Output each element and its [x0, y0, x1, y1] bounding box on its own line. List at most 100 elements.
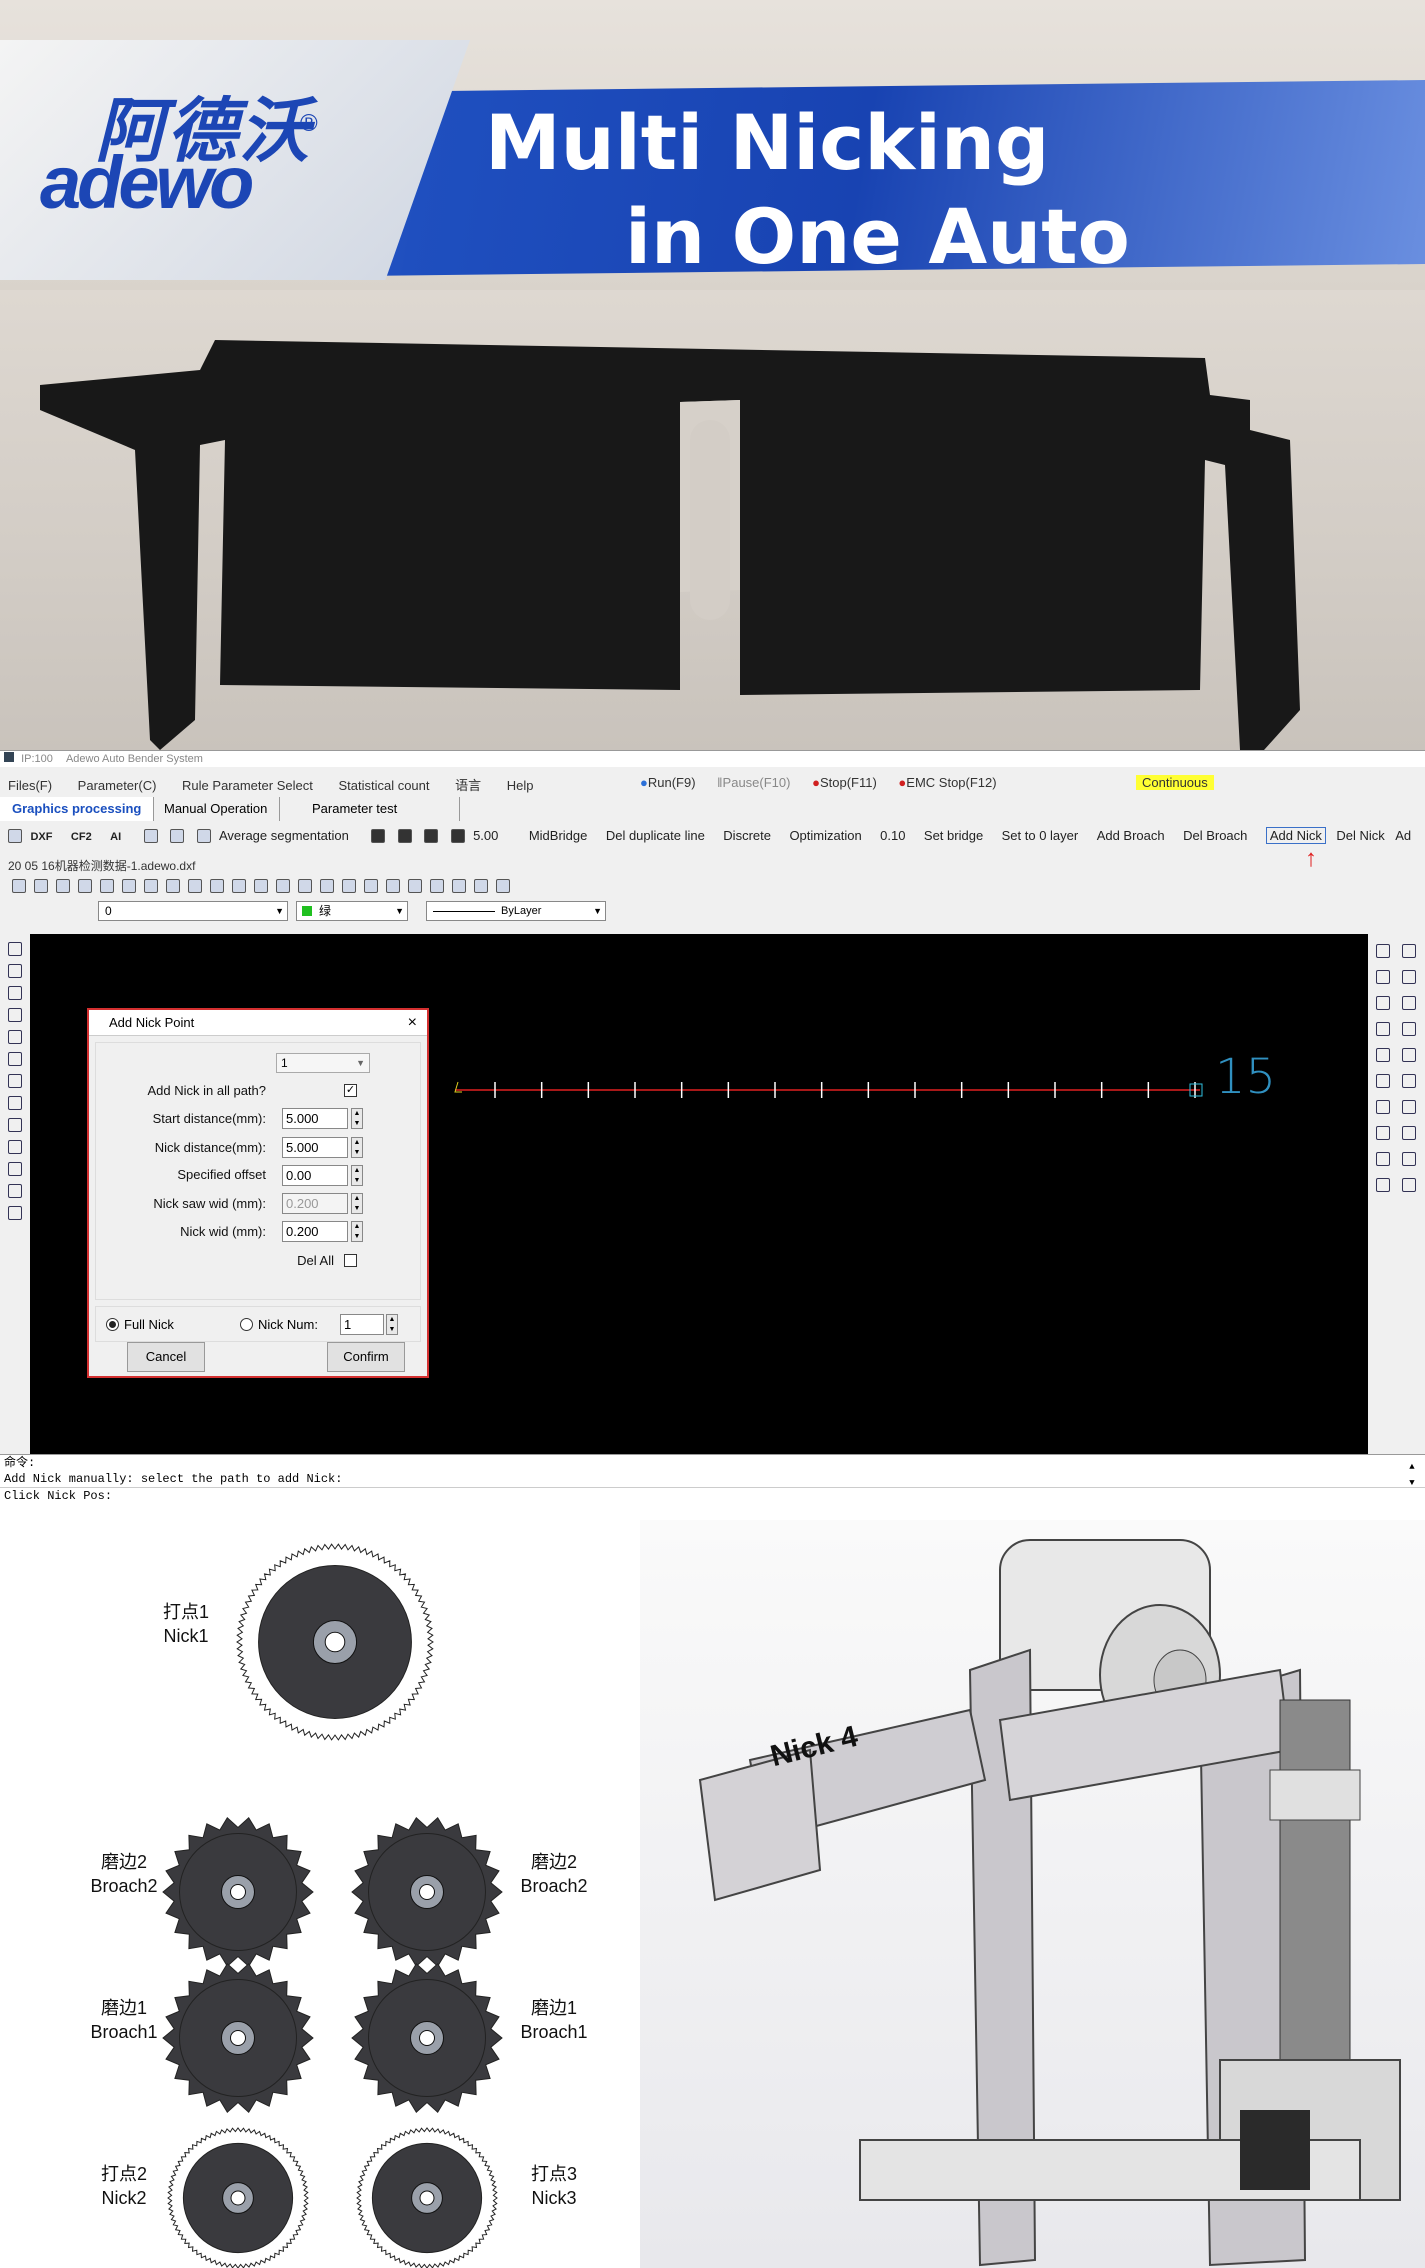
line-tool-icon[interactable]	[8, 942, 22, 956]
pencil-icon[interactable]	[474, 878, 488, 893]
command-scrollbar[interactable]: ▲ ▼	[1405, 1459, 1419, 1493]
properties-icon[interactable]	[408, 878, 422, 893]
menu-parameter[interactable]: Parameter(C)	[78, 778, 157, 793]
full-nick-radio[interactable]	[106, 1318, 119, 1331]
segment-icon-1[interactable]	[371, 828, 386, 843]
copy-icon[interactable]	[254, 878, 268, 893]
add-more-button[interactable]: Ad	[1395, 828, 1411, 843]
zoom-in-icon[interactable]	[12, 878, 26, 893]
block-icon[interactable]	[430, 878, 444, 893]
rotate-icon[interactable]	[276, 878, 290, 893]
dxf-button[interactable]: DXF	[30, 831, 52, 843]
nick-distance-spinner[interactable]: ▲ ▼	[351, 1137, 363, 1158]
save-icon[interactable]	[143, 828, 158, 843]
tab-graphics-processing[interactable]: Graphics processing	[0, 797, 155, 821]
zoom-out-icon[interactable]	[34, 878, 48, 893]
tool-icon-r8[interactable]	[1402, 1022, 1416, 1036]
segment-icon-4[interactable]	[450, 828, 465, 843]
insert-tool-icon[interactable]	[8, 1206, 22, 1220]
ortho-icon[interactable]	[188, 878, 202, 893]
cancel-button[interactable]: Cancel	[127, 1342, 205, 1372]
menu-help[interactable]: Help	[507, 778, 534, 793]
trim-icon[interactable]	[342, 878, 356, 893]
file-tab[interactable]: 20 05 16机器检测数据-1.adewo.dxf	[8, 857, 195, 874]
menu-statistical[interactable]: Statistical count	[338, 778, 429, 793]
tool-icon-r2[interactable]	[1402, 944, 1416, 958]
grid-icon[interactable]	[166, 878, 180, 893]
color-select[interactable]: 绿 ▼	[296, 901, 408, 921]
tool-icon-r18[interactable]	[1402, 1152, 1416, 1166]
redo-icon[interactable]	[386, 878, 400, 893]
menu-files[interactable]: Files(F)	[8, 778, 52, 793]
stop-button[interactable]: ●Stop(F11)	[812, 775, 877, 790]
spline-tool-icon[interactable]	[8, 1096, 22, 1110]
tool-icon-r15[interactable]	[1376, 1126, 1390, 1140]
add-nick-button[interactable]: Add Nick	[1265, 827, 1326, 844]
tool-icon-r7[interactable]	[1376, 1022, 1390, 1036]
print-icon[interactable]	[452, 878, 466, 893]
tool-icon-r12[interactable]	[1402, 1074, 1416, 1088]
arc-tool-icon[interactable]	[8, 986, 22, 1000]
tool-icon-r6[interactable]	[1402, 996, 1416, 1010]
average-segmentation-button[interactable]: Average segmentation	[219, 828, 349, 843]
tool-icon-r3[interactable]	[1376, 970, 1390, 984]
point-tool-icon[interactable]	[8, 1118, 22, 1132]
segment-icon-2[interactable]	[397, 828, 412, 843]
snap-icon[interactable]	[144, 878, 158, 893]
optimization-value[interactable]: 0.10	[880, 828, 905, 843]
tool-icon-r1[interactable]	[1376, 944, 1390, 958]
discrete-button[interactable]: Discrete	[723, 828, 771, 843]
add-broach-button[interactable]: Add Broach	[1097, 828, 1165, 843]
nick-num-spinner[interactable]: ▲ ▼	[386, 1314, 398, 1335]
tool-icon-r13[interactable]	[1376, 1100, 1390, 1114]
polyline-tool-icon[interactable]	[8, 964, 22, 978]
export-icon[interactable]	[196, 828, 211, 843]
cf2-button[interactable]: CF2	[71, 831, 92, 843]
segment-icon-3[interactable]	[424, 828, 439, 843]
menu-rule-parameter[interactable]: Rule Parameter Select	[182, 778, 313, 793]
nick-distance-input[interactable]: 5.000	[282, 1137, 348, 1158]
tool-icon-r10[interactable]	[1402, 1048, 1416, 1062]
nick-wid-input[interactable]: 0.200	[282, 1221, 348, 1242]
pan-icon[interactable]	[78, 878, 92, 893]
set-zero-layer-button[interactable]: Set to 0 layer	[1002, 828, 1079, 843]
new-file-icon[interactable]	[8, 828, 22, 843]
ellipse-tool-icon[interactable]	[8, 1074, 22, 1088]
menu-language[interactable]: 语言	[455, 778, 481, 793]
zoom-window-icon[interactable]	[56, 878, 70, 893]
tool-icon-r9[interactable]	[1376, 1048, 1390, 1062]
del-duplicate-line-button[interactable]: Del duplicate line	[606, 828, 705, 843]
select-icon[interactable]	[122, 878, 136, 893]
tab-parameter-test[interactable]: Parameter test	[300, 797, 460, 821]
layer-select[interactable]: 0 ▼	[98, 901, 288, 921]
tool-icon-r5[interactable]	[1376, 996, 1390, 1010]
tool-icon-r20[interactable]	[1402, 1178, 1416, 1192]
optimization-button[interactable]: Optimization	[789, 828, 861, 843]
tool-icon-r16[interactable]	[1402, 1126, 1416, 1140]
linetype-select[interactable]: ByLayer ▼	[426, 901, 606, 921]
nick-num-input[interactable]: 1	[340, 1314, 384, 1335]
nick-num-radio[interactable]	[240, 1318, 253, 1331]
confirm-button[interactable]: Confirm	[327, 1342, 405, 1372]
tool-icon-r4[interactable]	[1402, 970, 1416, 984]
polygon-tool-icon[interactable]	[8, 1008, 22, 1022]
run-button[interactable]: ●Run(F9)	[640, 775, 696, 790]
move-icon[interactable]	[232, 878, 246, 893]
hatch-tool-icon[interactable]	[8, 1140, 22, 1154]
segmentation-value[interactable]: 5.00	[473, 828, 498, 843]
find-icon[interactable]	[496, 878, 510, 893]
continuous-badge[interactable]: Continuous	[1136, 775, 1214, 790]
mirror-icon[interactable]	[298, 878, 312, 893]
path-select[interactable]: 1 ▼	[276, 1053, 370, 1073]
layer-icon[interactable]	[210, 878, 224, 893]
offset-input[interactable]: 0.00	[282, 1165, 348, 1186]
save-as-icon[interactable]	[170, 828, 185, 843]
add-all-checkbox[interactable]: ✓	[344, 1084, 357, 1097]
circle-tool-icon[interactable]	[8, 1052, 22, 1066]
tool-icon-r19[interactable]	[1376, 1178, 1390, 1192]
tool-icon-r17[interactable]	[1376, 1152, 1390, 1166]
pause-button[interactable]: ‖Pause(F10)	[717, 775, 790, 790]
text-tool-icon[interactable]	[8, 1162, 22, 1176]
del-all-checkbox[interactable]	[344, 1254, 357, 1267]
emc-stop-button[interactable]: ●EMC Stop(F12)	[898, 775, 996, 790]
